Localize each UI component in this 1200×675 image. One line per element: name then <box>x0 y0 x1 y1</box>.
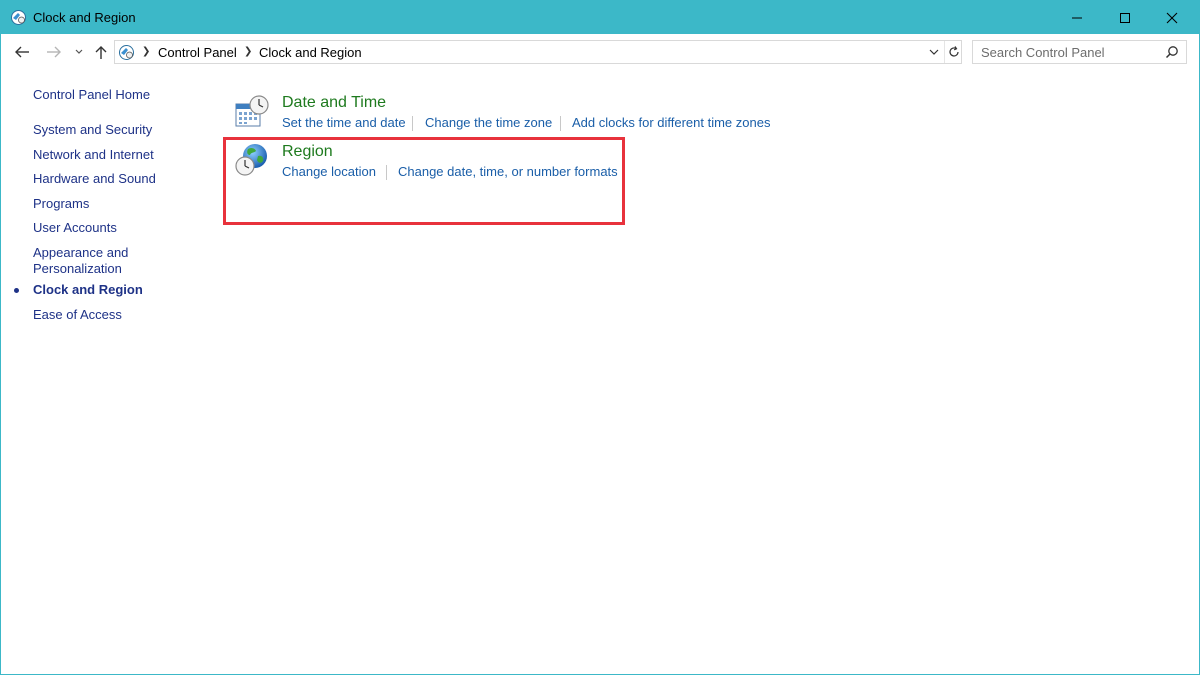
minimize-button[interactable] <box>1054 1 1100 34</box>
sidebar-item-clock-and-region: Clock and Region <box>33 282 143 297</box>
maximize-icon <box>1120 12 1130 23</box>
title-bar: Clock and Region <box>1 1 1199 34</box>
chevron-down-icon <box>75 49 83 54</box>
breadcrumb-separator-icon[interactable]: ❯ <box>142 46 150 57</box>
recent-locations-button[interactable] <box>71 40 87 64</box>
search-box[interactable] <box>972 40 1187 64</box>
sidebar: Control Panel Home System and Security N… <box>1 70 201 670</box>
up-arrow-icon <box>95 46 107 59</box>
control-panel-icon <box>11 10 26 25</box>
minimize-icon <box>1072 17 1082 18</box>
set-time-and-date-link[interactable]: Set the time and date <box>282 115 406 130</box>
navigation-bar: ❯ Control Panel ❯ Clock and Region <box>1 34 1199 70</box>
breadcrumb-separator-icon[interactable]: ❯ <box>244 46 252 57</box>
refresh-icon <box>948 46 959 57</box>
refresh-button[interactable] <box>944 41 962 63</box>
sidebar-item-ease-of-access[interactable]: Ease of Access <box>33 307 122 323</box>
search-icon[interactable] <box>1165 45 1179 59</box>
sidebar-item-appearance-and-personalization-line2[interactable]: Personalization <box>33 261 122 277</box>
date-and-time-title[interactable]: Date and Time <box>282 94 386 112</box>
add-clocks-link[interactable]: Add clocks for different time zones <box>572 115 770 130</box>
forward-button[interactable] <box>43 40 65 64</box>
sidebar-item-programs[interactable]: Programs <box>33 196 89 212</box>
maximize-button[interactable] <box>1102 1 1148 34</box>
breadcrumb-clock-and-region[interactable]: Clock and Region <box>259 45 362 60</box>
up-button[interactable] <box>91 40 111 64</box>
sidebar-item-appearance-and-personalization[interactable]: Appearance and <box>33 245 128 261</box>
calendar-clock-icon[interactable] <box>234 94 270 130</box>
address-dropdown-button[interactable] <box>925 41 943 63</box>
address-bar[interactable]: ❯ Control Panel ❯ Clock and Region <box>114 40 962 64</box>
sidebar-item-system-and-security[interactable]: System and Security <box>33 122 152 138</box>
control-panel-location-icon <box>119 45 134 60</box>
forward-arrow-icon <box>47 46 61 58</box>
sidebar-item-network-and-internet[interactable]: Network and Internet <box>33 147 154 163</box>
task-separator <box>412 116 413 131</box>
search-input[interactable] <box>973 41 1163 63</box>
region-highlight-box <box>223 137 625 225</box>
window-title: Clock and Region <box>33 10 136 25</box>
sidebar-item-hardware-and-sound[interactable]: Hardware and Sound <box>33 171 156 187</box>
back-arrow-icon <box>15 46 29 58</box>
close-button[interactable] <box>1149 1 1195 34</box>
current-page-bullet <box>14 288 19 293</box>
sidebar-item-control-panel-home[interactable]: Control Panel Home <box>33 87 150 103</box>
breadcrumb-control-panel[interactable]: Control Panel <box>158 45 237 60</box>
chevron-down-icon <box>929 49 939 55</box>
change-time-zone-link[interactable]: Change the time zone <box>425 115 552 130</box>
sidebar-item-user-accounts[interactable]: User Accounts <box>33 220 117 236</box>
back-button[interactable] <box>11 40 33 64</box>
control-panel-window: Clock and Region ❯ Control Panel ❯ Clock… <box>0 0 1200 675</box>
close-icon <box>1166 12 1178 23</box>
task-separator <box>560 116 561 131</box>
